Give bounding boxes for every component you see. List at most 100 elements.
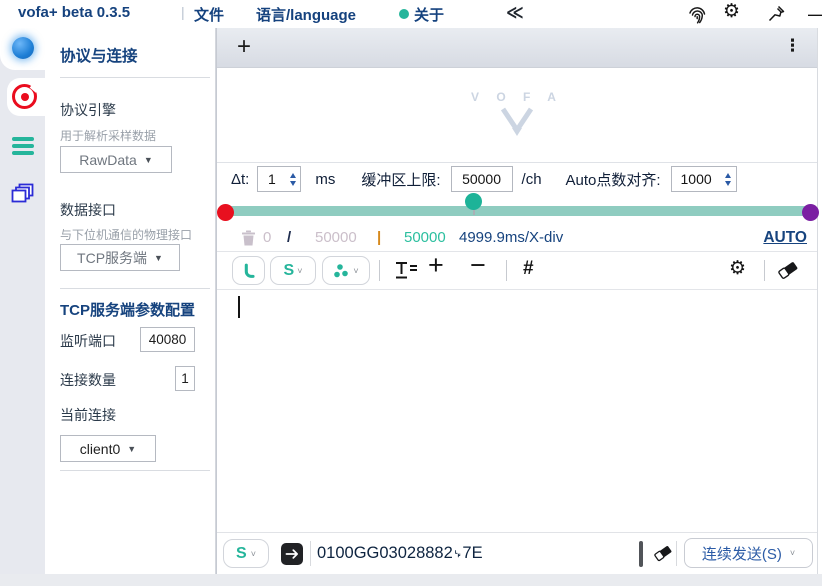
- data-display-area[interactable]: [217, 290, 817, 532]
- add-tab-button[interactable]: +: [237, 32, 251, 62]
- tab-bar: + ⋮: [217, 28, 817, 68]
- toolbar-separator: [506, 260, 507, 281]
- phone-connect-button[interactable]: [232, 256, 265, 285]
- buffer-status-row: 0 / 50000 | 50000 4999.9ms/X-div AUTO: [217, 224, 817, 252]
- buffer-input[interactable]: [451, 166, 513, 192]
- chevron-down-icon: ˅: [353, 266, 358, 276]
- menu-list-icon[interactable]: [12, 137, 34, 155]
- slider-handle-position[interactable]: [465, 193, 482, 210]
- about-status-dot-icon: [399, 9, 409, 19]
- buffer-used: 0: [263, 229, 271, 246]
- chevron-down-icon: ˅: [251, 549, 256, 559]
- window-bottom-strip: [0, 574, 822, 586]
- pin-icon[interactable]: [766, 4, 786, 29]
- buffer-controls-row: Δt: 1 ms 缓冲区上限: /ch Auto点数对齐: 1000: [217, 162, 817, 195]
- engine-label: 协议引擎: [60, 100, 116, 120]
- menu-language[interactable]: 语言/language: [256, 4, 356, 25]
- dt-spinbox[interactable]: 1: [257, 166, 301, 192]
- clear-send-eraser-icon[interactable]: [653, 545, 674, 567]
- align-spinbox[interactable]: 1000: [671, 166, 737, 192]
- menu-about[interactable]: 关于: [414, 4, 444, 25]
- buffer-label: 缓冲区上限:: [361, 169, 440, 190]
- channel-dots-icon: [333, 263, 350, 279]
- divider: [60, 77, 210, 78]
- status-slash: /: [287, 229, 291, 246]
- align-value: 1000: [672, 171, 721, 187]
- plot-toolbar: S ˅ ˅ + − # ⚙: [217, 252, 817, 290]
- xdiv-readout: 4999.9ms/X-div: [459, 229, 563, 246]
- trash-icon[interactable]: [241, 230, 256, 250]
- interface-select[interactable]: TCP服务端 ▼: [60, 244, 180, 271]
- tab-menu-button[interactable]: ⋮: [784, 36, 801, 56]
- engine-select[interactable]: RawData ▼: [60, 146, 172, 173]
- dt-unit: ms: [315, 171, 335, 188]
- auto-scale-button[interactable]: AUTO: [763, 229, 807, 247]
- slider-handle-left[interactable]: [217, 204, 234, 221]
- buffer-range-slider[interactable]: [225, 206, 811, 216]
- port-label: 监听端口: [60, 331, 116, 351]
- channel-dots-button[interactable]: ˅: [322, 256, 370, 285]
- phone-icon: [240, 262, 258, 280]
- value-display-button[interactable]: #: [523, 258, 534, 280]
- vofa-logo-icon: [495, 106, 539, 138]
- arrow-right-icon: [285, 548, 299, 560]
- buffer-unit: /ch: [522, 171, 542, 188]
- left-icon-rail: [0, 28, 45, 586]
- send-separator: [310, 541, 311, 566]
- send-mode-select[interactable]: 连续发送(S) ˅: [684, 538, 813, 568]
- sample-mode-button[interactable]: S ˅: [270, 256, 316, 285]
- send-input[interactable]: 0100GG03028882␊7E: [317, 544, 483, 563]
- conn-count-label: 连接数量: [60, 370, 116, 390]
- panel-title: 协议与连接: [60, 44, 138, 66]
- divider: [60, 288, 210, 289]
- chevron-down-icon: ▼: [154, 253, 163, 263]
- send-bar: S ˅ 0100GG03028882␊7E 连续发送(S) ˅: [217, 532, 817, 574]
- zoom-out-button[interactable]: −: [470, 250, 486, 281]
- dt-label: Δt:: [231, 171, 249, 188]
- record-view-icon[interactable]: [12, 84, 37, 109]
- newline-glyph: ␊: [453, 547, 463, 561]
- send-separator: [676, 541, 677, 566]
- status-pipe: |: [377, 229, 381, 246]
- chevron-down-icon: ▼: [127, 444, 136, 454]
- toolbar-separator: [764, 260, 765, 281]
- dt-value: 1: [258, 171, 285, 187]
- vofa-watermark: V O F A: [217, 90, 817, 143]
- slider-handle-right[interactable]: [802, 204, 819, 221]
- title-bar: vofa+ beta 0.3.5 | 文件 语言/language 关于 ≪ ⚙…: [0, 0, 822, 28]
- window-edge-dash-icon[interactable]: —: [808, 6, 822, 22]
- port-input[interactable]: [140, 327, 195, 352]
- send-input-prefix: 0100GG03028882: [317, 544, 453, 562]
- app-title: vofa+ beta 0.3.5: [18, 4, 130, 21]
- connection-indicator-icon[interactable]: [12, 37, 34, 59]
- chevron-down-icon: ˅: [790, 548, 795, 558]
- protocol-connection-panel: 协议与连接 协议引擎 用于解析采样数据 RawData ▼ 数据接口 与下位机通…: [45, 28, 216, 586]
- window-points: 50000: [404, 229, 446, 246]
- chevron-down-icon: ▼: [144, 155, 153, 165]
- send-mode-label: 连续发送(S): [702, 543, 782, 564]
- settings-gear-icon[interactable]: ⚙: [723, 2, 740, 22]
- spin-arrows-icon[interactable]: [285, 167, 300, 191]
- engine-hint: 用于解析采样数据: [60, 127, 156, 144]
- chevron-down-icon: ˅: [297, 266, 302, 276]
- s-mode-label: S: [284, 262, 295, 280]
- plot-settings-gear-icon[interactable]: ⚙: [729, 259, 746, 279]
- menu-file[interactable]: 文件: [194, 4, 224, 25]
- engine-select-value: RawData: [79, 152, 137, 168]
- collapse-sidebar-icon[interactable]: ≪: [506, 3, 522, 23]
- clear-plot-eraser-icon[interactable]: [777, 261, 800, 285]
- text-cursor: [238, 296, 240, 318]
- windows-stack-icon[interactable]: [10, 183, 36, 212]
- main-area: + ⋮ V O F A Δt: 1 ms 缓冲区上限: /ch Auto点数对齐…: [216, 28, 818, 574]
- interface-label: 数据接口: [60, 200, 116, 220]
- send-button[interactable]: [281, 543, 303, 565]
- splitter-handle[interactable]: [639, 541, 643, 567]
- current-conn-select[interactable]: client0 ▼: [60, 435, 156, 462]
- fingerprint-icon[interactable]: [686, 4, 708, 31]
- send-format-button[interactable]: S ˅: [223, 539, 269, 568]
- conn-count-input[interactable]: [175, 366, 195, 391]
- zoom-in-button[interactable]: +: [428, 250, 444, 281]
- legend-text-icon[interactable]: [394, 260, 418, 286]
- titlebar-separator: |: [181, 4, 185, 20]
- spin-arrows-icon[interactable]: [721, 167, 736, 191]
